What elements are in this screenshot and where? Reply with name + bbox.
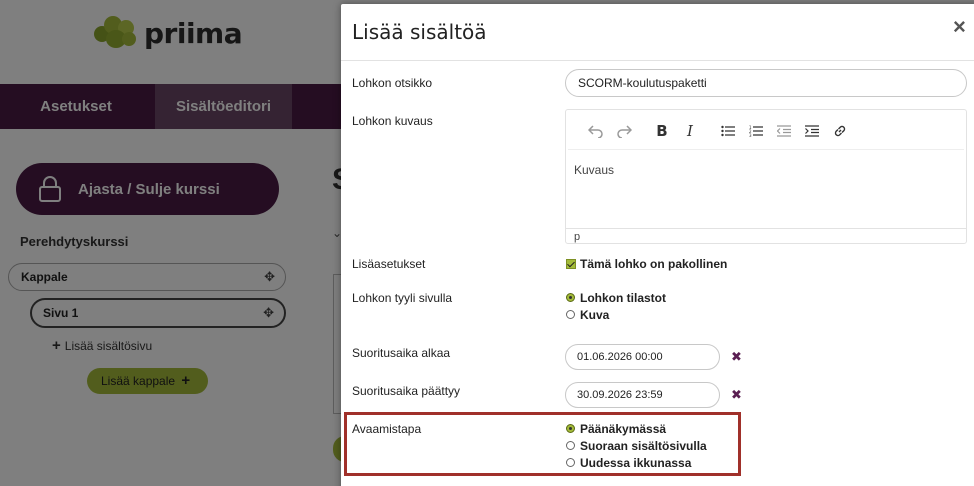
clear-end-time-icon[interactable]: ✖ xyxy=(731,387,742,403)
bullet-list-icon[interactable] xyxy=(714,117,742,145)
highlight-frame xyxy=(344,412,741,476)
radio-selected-icon[interactable] xyxy=(566,293,575,302)
close-icon[interactable]: × xyxy=(953,14,966,40)
block-title-label: Lohkon otsikko xyxy=(352,76,433,90)
block-title-input[interactable] xyxy=(565,69,967,97)
dialog-title: Lisää sisältöä xyxy=(352,20,487,44)
extra-settings-label: Lisäasetukset xyxy=(352,257,426,271)
clear-start-time-icon[interactable]: ✖ xyxy=(731,349,742,365)
radio-option-label: Kuva xyxy=(580,307,610,322)
indent-icon[interactable] xyxy=(798,117,826,145)
block-style-label: Lohkon tyyli sivulla xyxy=(352,291,453,305)
editor-content-area[interactable]: Kuvaus xyxy=(566,152,966,228)
block-style-radio-group: Lohkon tilastot Kuva xyxy=(566,289,666,323)
editor-toolbar: B I 123 xyxy=(568,112,964,150)
end-time-label: Suoritusaika päättyy xyxy=(352,384,461,398)
start-time-input[interactable] xyxy=(565,344,720,370)
add-content-dialog: Lisää sisältöä × Lohkon otsikko Lohkon k… xyxy=(341,4,974,486)
italic-icon[interactable]: I xyxy=(676,117,704,145)
radio-option-block-stats[interactable]: Lohkon tilastot xyxy=(566,289,666,306)
start-time-label: Suoritusaika alkaa xyxy=(352,346,451,360)
svg-text:3: 3 xyxy=(749,133,752,137)
mandatory-block-checkbox[interactable]: Tämä lohko on pakollinen xyxy=(566,257,727,271)
editor-status-path: p xyxy=(566,228,966,246)
checkbox-checked-icon[interactable] xyxy=(566,259,576,269)
dialog-header: Lisää sisältöä × xyxy=(341,4,974,61)
numbered-list-icon[interactable]: 123 xyxy=(742,117,770,145)
redo-icon[interactable] xyxy=(610,117,638,145)
radio-unselected-icon[interactable] xyxy=(566,310,575,319)
block-description-label: Lohkon kuvaus xyxy=(352,114,433,128)
radio-option-label: Lohkon tilastot xyxy=(580,290,666,305)
bold-icon[interactable]: B xyxy=(648,117,676,145)
link-icon[interactable] xyxy=(826,117,854,145)
undo-icon[interactable] xyxy=(582,117,610,145)
outdent-icon[interactable] xyxy=(770,117,798,145)
mandatory-block-label: Tämä lohko on pakollinen xyxy=(580,257,728,271)
end-time-input[interactable] xyxy=(565,382,720,408)
radio-option-image[interactable]: Kuva xyxy=(566,306,666,323)
rich-text-editor: B I 123 Kuvaus p xyxy=(565,109,967,244)
